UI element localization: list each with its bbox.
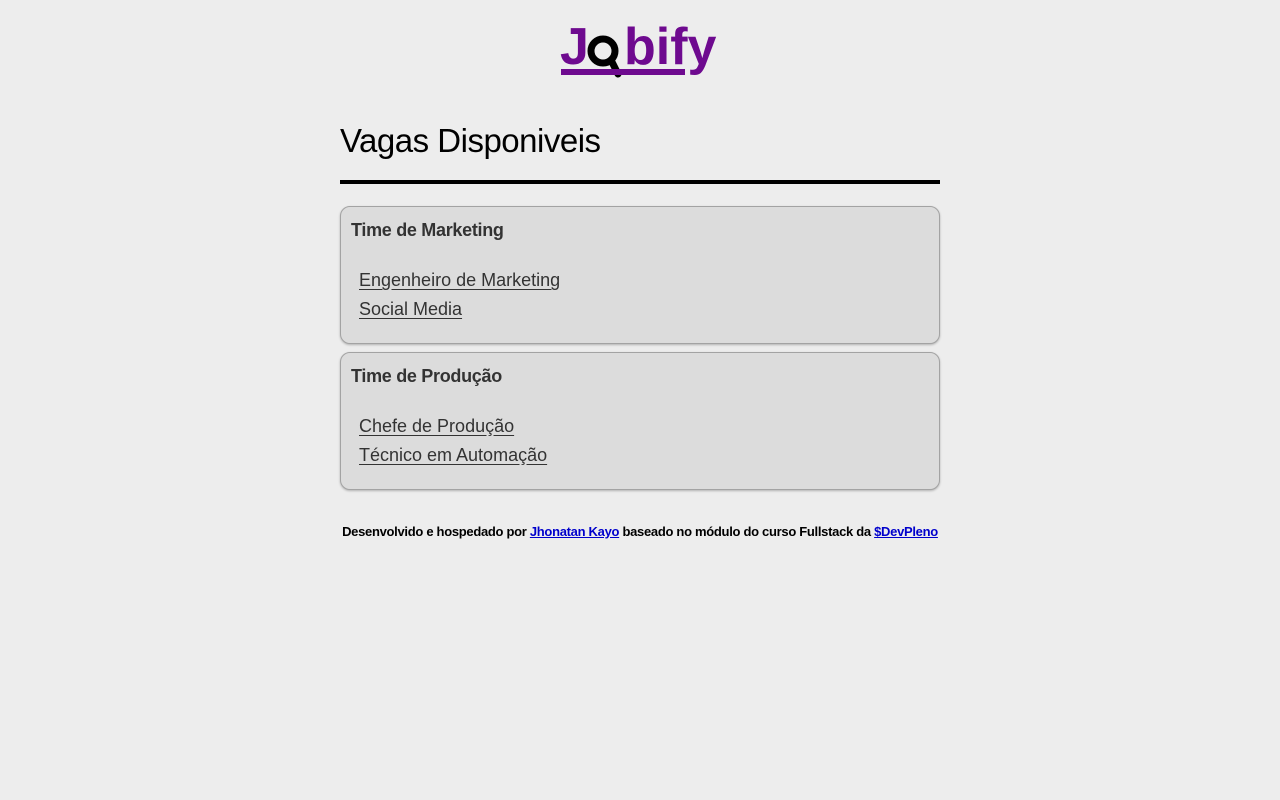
job-list: Engenheiro de Marketing Social Media: [351, 266, 929, 324]
page: J bify Vagas Disponiveis Time de Marketi…: [0, 0, 1280, 800]
job-link[interactable]: Social Media: [359, 299, 462, 319]
author-link[interactable]: Jhonatan Kayo: [530, 524, 620, 539]
job-link[interactable]: Engenheiro de Marketing: [359, 270, 560, 290]
logo-letter-j: J: [560, 18, 589, 76]
job-list-item: Técnico em Automação: [359, 441, 929, 470]
category-list: Time de Marketing Engenheiro de Marketin…: [340, 206, 940, 490]
job-list: Chefe de Produção Técnico em Automação: [351, 412, 929, 470]
job-link[interactable]: Chefe de Produção: [359, 416, 514, 436]
title-divider: [340, 180, 940, 184]
logo-underline: [561, 69, 685, 75]
footer: Desenvolvido e hospedado por Jhonatan Ka…: [340, 522, 940, 542]
category-card: Time de Produção Chefe de Produção Técni…: [340, 352, 940, 490]
category-title: Time de Marketing: [351, 220, 504, 240]
main-content: Vagas Disponiveis Time de Marketing Enge…: [340, 110, 940, 498]
job-link[interactable]: Técnico em Automação: [359, 445, 547, 465]
job-list-item: Engenheiro de Marketing: [359, 266, 929, 295]
course-link[interactable]: $DevPleno: [874, 524, 938, 539]
footer-prefix: Desenvolvido e hospedado por: [342, 524, 530, 539]
job-list-item: Social Media: [359, 295, 929, 324]
jobify-logo[interactable]: J bify: [560, 18, 724, 80]
page-title: Vagas Disponiveis: [340, 122, 601, 159]
logo-letters-bify: bify: [624, 18, 717, 76]
magnifier-icon: [587, 35, 622, 78]
job-list-item: Chefe de Produção: [359, 412, 929, 441]
category-card: Time de Marketing Engenheiro de Marketin…: [340, 206, 940, 344]
category-title: Time de Produção: [351, 366, 502, 386]
footer-middle: baseado no módulo do curso Fullstack da: [619, 524, 875, 539]
